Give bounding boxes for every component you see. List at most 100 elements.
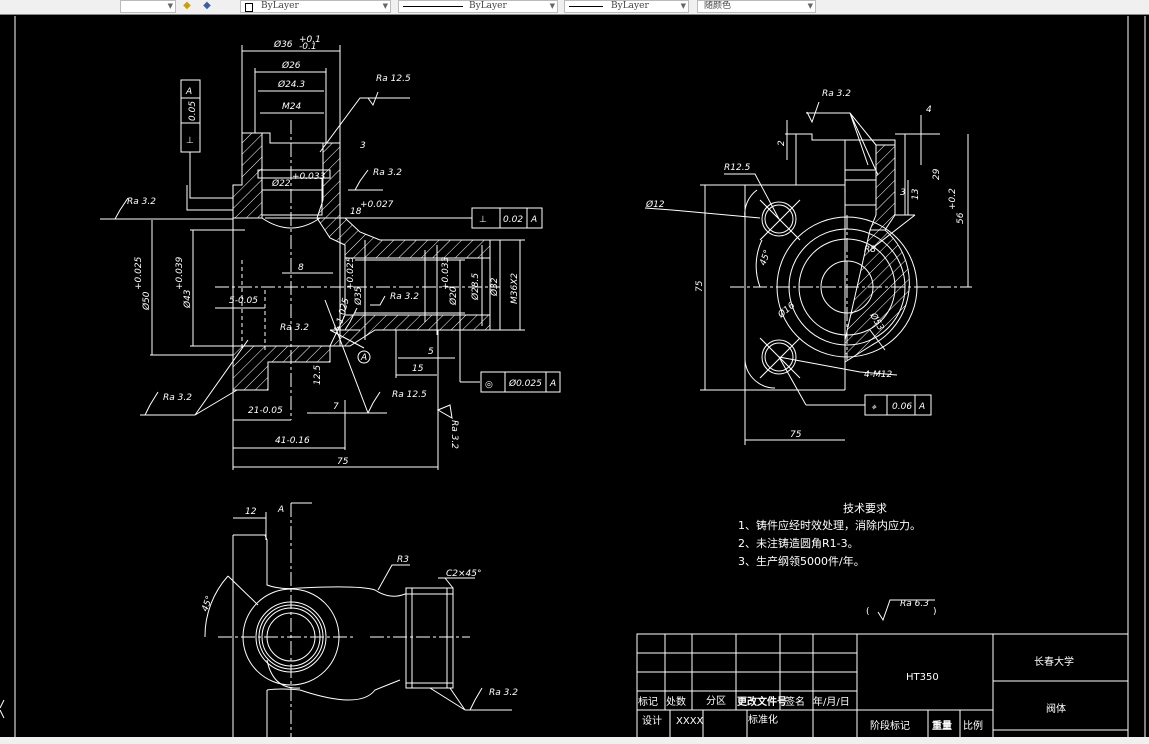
dim-56: 56: [956, 212, 966, 224]
header-zone: 分区: [706, 695, 726, 707]
linetype-dropdown[interactable]: ByLayer ▼: [398, 0, 558, 13]
note-item: 3、生产纲领5000件/年。: [738, 554, 865, 568]
dim-d28-5: Ø28.5: [470, 273, 481, 301]
command-line[interactable]: [0, 737, 1149, 744]
header-change-doc: 更改文件号: [737, 695, 787, 708]
scale-label: 比例: [963, 719, 983, 732]
roughness-ra3-2-mid: Ra 3.2: [280, 323, 309, 333]
dim-d20-tol: +0.033: [441, 256, 451, 290]
roughness-ra3-2-side: Ra 3.2: [822, 89, 851, 99]
title-block-labels: HT350 长春大学 阀体 标记 处数 分区 更改文件号 签名 年/月/日 设计…: [638, 655, 1074, 732]
linetype-value: ByLayer: [469, 1, 507, 12]
roughness-ra12-5: Ra 12.5: [376, 74, 411, 84]
dim-d26: Ø26: [281, 60, 301, 71]
header-signature: 签名: [785, 695, 805, 708]
dim-13: 13: [911, 188, 921, 200]
lineweight-value: ByLayer: [611, 1, 649, 12]
roughness-ra12-5-bottom: Ra 12.5: [392, 390, 427, 400]
dim-d24-3: Ø24.3: [277, 79, 305, 90]
pos-value: 0.06: [892, 402, 912, 412]
roughness-ra3-2-bottom-left: Ra 3.2: [163, 393, 192, 403]
designer: XXXX: [676, 716, 704, 727]
dim-d22-tol: +0.033: [292, 172, 326, 182]
dim-d36-tol-lower: -0.1: [299, 42, 317, 52]
dim-r8: R8: [864, 245, 876, 255]
lineweight-preview: [569, 6, 603, 7]
part-name: 阀体: [1046, 702, 1066, 715]
dim-8: 8: [298, 263, 304, 273]
dim-21-tol: 21-0.05: [248, 406, 283, 416]
plotstyle-dropdown[interactable]: 随颜色 ▼: [697, 0, 816, 13]
dim-r3: R3: [397, 555, 409, 565]
lineweight-dropdown[interactable]: ByLayer ▼: [564, 0, 689, 13]
color-dropdown[interactable]: ByLayer ▼: [240, 0, 391, 13]
dim-d22: Ø22: [271, 178, 291, 189]
note-item: 1、铸件应经时效处理，消除内应力。: [738, 518, 921, 532]
dim-5: 5: [428, 347, 434, 357]
pos-datum: A: [918, 402, 925, 412]
tol-left-datum: A: [185, 87, 192, 97]
standardization-label: 标准化: [748, 713, 778, 726]
dim-75-vertical: 75: [695, 280, 705, 292]
tol-right-value: 0.02: [503, 215, 523, 225]
header-date: 年/月/日: [813, 695, 850, 708]
dim-d43: Ø43: [182, 289, 193, 309]
chevron-down-icon: ▼: [550, 1, 555, 12]
dim-75-horizontal: 75: [790, 430, 802, 440]
dim-d35-tol: +0.025: [346, 256, 356, 290]
dim-d32: Ø32: [489, 277, 500, 297]
color-value: ByLayer: [261, 1, 299, 12]
dim-2: 2: [777, 140, 787, 146]
drawing-canvas[interactable]: Ø36 +0.1 -0.1 Ø26 Ø24.3 M24 Ra 12.5 3 Ra…: [0, 0, 1149, 744]
toolbar-dropdown[interactable]: ▼: [120, 0, 176, 13]
roughness-ra3-2-left: Ra 3.2: [127, 197, 156, 207]
weight-label: 重量: [932, 719, 952, 732]
position-icon: ⌖: [871, 403, 877, 413]
dim-7: 7: [333, 402, 339, 412]
linetype-preview: [403, 6, 463, 7]
conc-value: Ø0.025: [508, 378, 542, 389]
stage-mark-label: 阶段标记: [870, 719, 910, 732]
technical-requirements: 技术要求 1、铸件应经时效处理，消除内应力。 2、未注铸造圆角R1-3。 3、生…: [738, 502, 937, 617]
dim-3-side: 3: [900, 188, 906, 198]
roughness-ra3-2-groove: Ra 3.2: [373, 168, 402, 178]
properties-toolbar: ▼ ◆ ◆ ByLayer ▼ ByLayer ▼ ByLayer ▼ 随颜色 …: [0, 0, 1149, 15]
dim-r12-5: R12.5: [724, 163, 751, 173]
dim-5-tol: 5-0.05: [229, 296, 258, 306]
dim-12-5: 12.5: [313, 365, 323, 385]
dim-4-m12: 4-M12: [864, 370, 892, 380]
paren-open: (: [866, 607, 870, 617]
chevron-down-icon: ▼: [681, 1, 686, 12]
dim-56-tol: +0.2: [948, 188, 958, 210]
roughness-ra3-2-pipe: Ra 3.2: [390, 292, 419, 302]
concentricity-icon: ◎: [485, 380, 493, 390]
dim-chamfer: C2×45°: [446, 569, 482, 579]
plotstyle-value: 随颜色: [704, 1, 731, 12]
top-view: [205, 503, 512, 740]
chevron-down-icon: ▼: [383, 1, 388, 12]
layer-state-icon[interactable]: ◆: [180, 0, 194, 12]
paren-close: ): [933, 607, 937, 617]
section-view-labels: Ø36 +0.1 -0.1 Ø26 Ø24.3 M24 Ra 12.5 3 Ra…: [127, 35, 556, 467]
dim-12: 12: [245, 507, 257, 517]
layer-previous-icon[interactable]: ◆: [200, 0, 214, 12]
side-view: [645, 102, 972, 445]
chevron-down-icon: ▼: [808, 1, 813, 12]
dim-m36x2: M36X2: [510, 273, 520, 304]
note-item: 2、未注铸造圆角R1-3。: [738, 536, 859, 550]
material: HT350: [906, 672, 939, 683]
roughness-ra3-2-end: Ra 3.2: [449, 420, 459, 449]
perpendicularity-icon: ⊥: [479, 215, 487, 225]
tol-left-value: 0.05: [188, 101, 198, 121]
tol-right-datum: A: [530, 215, 537, 225]
dim-3: 3: [360, 141, 366, 151]
dim-angle-45: 45°: [758, 249, 773, 267]
dim-18-tol: +0.027: [360, 200, 394, 210]
dim-m24: M24: [282, 102, 301, 112]
dim-4: 4: [926, 105, 932, 115]
dim-d12: Ø12: [645, 199, 665, 210]
section-mark-a: A: [277, 505, 284, 515]
conc-datum: A: [549, 379, 556, 389]
dim-75: 75: [337, 457, 349, 467]
side-view-labels: Ra 3.2 4 2 R12.5 Ø12 29 3 13 56 +0.2 R8 …: [645, 89, 966, 440]
